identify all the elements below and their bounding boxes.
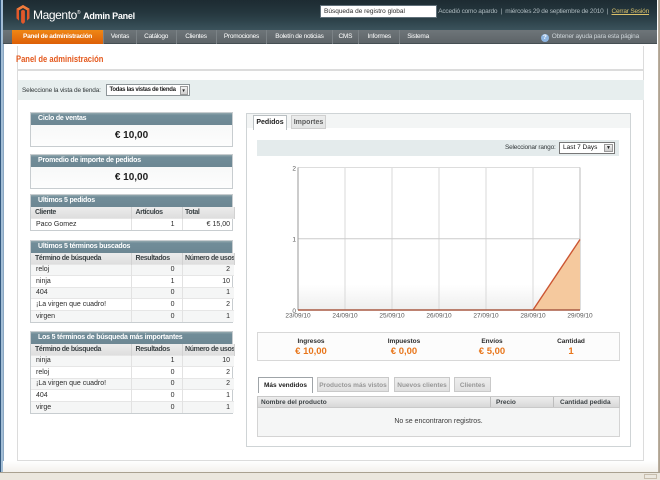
svg-text:27/09/10: 27/09/10 — [473, 313, 499, 320]
svg-text:23/09/10: 23/09/10 — [285, 313, 311, 320]
svg-text:29/09/10: 29/09/10 — [567, 313, 593, 320]
svg-text:28/09/10: 28/09/10 — [520, 313, 546, 320]
svg-text:26/09/10: 26/09/10 — [426, 313, 452, 320]
svg-text:25/09/10: 25/09/10 — [379, 313, 405, 320]
svg-text:24/09/10: 24/09/10 — [332, 313, 358, 320]
svg-text:2: 2 — [292, 166, 296, 173]
svg-text:1: 1 — [292, 237, 296, 244]
